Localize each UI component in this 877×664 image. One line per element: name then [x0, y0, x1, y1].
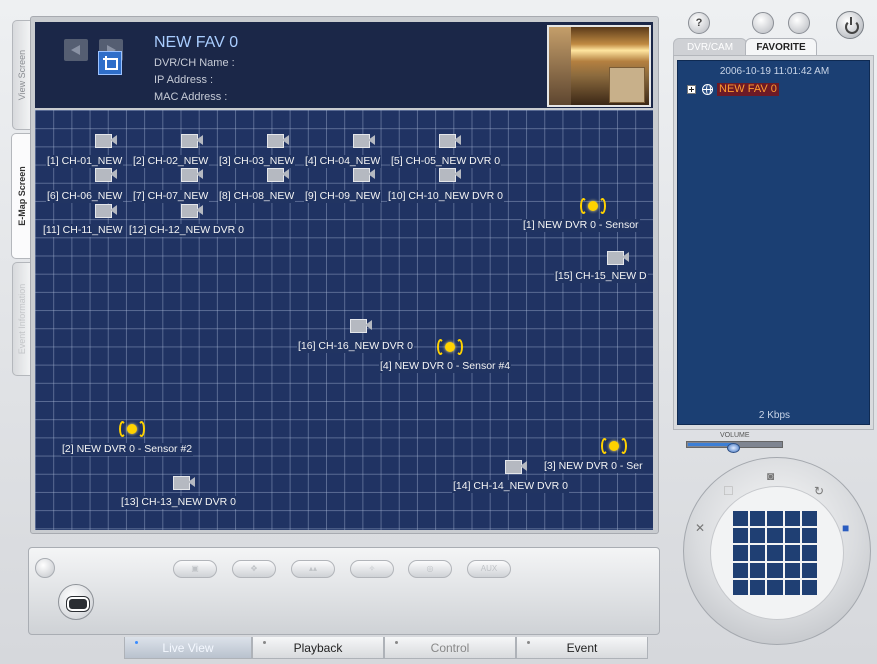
tab-event-label: Event	[566, 641, 598, 655]
tab-indicator-dot	[527, 641, 530, 644]
camera-label[interactable]: [9] CH-09_NEW	[304, 190, 382, 203]
dvr-ch-name-label: DVR/CH Name :	[154, 57, 235, 69]
camera-label[interactable]: [10] CH-10_NEW DVR 0	[387, 190, 504, 203]
tree-node-favorite[interactable]: NEW FAV 0	[687, 82, 779, 96]
tab-playback-label: Playback	[293, 641, 343, 655]
tab-indicator-dot	[135, 641, 138, 644]
sensor-label[interactable]: [1] NEW DVR 0 - Sensor	[522, 219, 640, 232]
minimize-icon[interactable]	[788, 12, 810, 34]
camera-label[interactable]: [15] CH-15_NEW D	[554, 270, 648, 283]
sensor-alarm-icon[interactable]	[580, 196, 606, 216]
tab-indicator-dot	[263, 641, 266, 644]
lock-icon[interactable]: ■	[842, 521, 849, 535]
camera-icon[interactable]	[353, 133, 375, 148]
tab-favorite[interactable]: FAVORITE	[745, 38, 817, 56]
camera-icon[interactable]	[439, 133, 461, 148]
bitrate-readout: 2 Kbps	[758, 410, 791, 421]
camera-icon[interactable]	[181, 133, 203, 148]
camera-label[interactable]: [12] CH-12_NEW DVR 0	[128, 224, 245, 237]
back-arrow-icon[interactable]	[64, 39, 88, 61]
sensor-label[interactable]: [2] NEW DVR 0 - Sensor #2	[61, 443, 194, 456]
camera-icon[interactable]	[439, 167, 461, 182]
tab-event[interactable]: Event	[516, 637, 648, 659]
mac-address-label: MAC Address :	[154, 91, 228, 103]
emap-canvas[interactable]: [1] CH-01_NEW [2] CH-02_NEW [3] CH-03_NE…	[35, 110, 653, 530]
tab-view-screen[interactable]: View Screen	[12, 20, 30, 130]
user-icon[interactable]	[35, 558, 55, 578]
sensor-label[interactable]: [3] NEW DVR 0 - Ser	[543, 460, 644, 473]
sensor-alarm-icon[interactable]	[119, 419, 145, 439]
favorite-tree[interactable]: 2006-10-19 11:01:42 AM NEW FAV 0 2 Kbps	[677, 60, 870, 425]
camera-label[interactable]: [14] CH-14_NEW DVR 0	[452, 480, 569, 493]
tab-e-map-screen[interactable]: E-Map Screen	[11, 133, 31, 259]
zoom-button[interactable]: ▣	[173, 560, 217, 578]
volume-fill	[688, 443, 733, 446]
favorite-title: NEW FAV 0	[154, 34, 239, 51]
tab-live-view-label: Live View	[162, 641, 214, 655]
tab-event-information-label: Event Information	[16, 283, 27, 355]
volume-label: VOLUME	[720, 432, 750, 439]
camera-label[interactable]: [8] CH-08_NEW	[218, 190, 296, 203]
crop-icon[interactable]	[98, 51, 122, 75]
camera-icon[interactable]	[607, 250, 629, 265]
camera-label[interactable]: [11] CH-11_NEW	[42, 224, 124, 237]
rotate-icon[interactable]: ↻	[814, 484, 824, 498]
camera-icon[interactable]	[181, 167, 203, 182]
camera-icon[interactable]	[350, 318, 372, 333]
expand-plus-icon[interactable]	[687, 84, 696, 94]
iris-button[interactable]: ◎	[408, 560, 452, 578]
sensor-alarm-icon[interactable]	[437, 337, 463, 357]
camera-label[interactable]: [13] CH-13_NEW DVR 0	[120, 496, 237, 509]
tab-event-information[interactable]: Event Information	[12, 262, 30, 376]
tree-timestamp: 2006-10-19 11:01:42 AM	[719, 66, 830, 77]
tab-playback[interactable]: Playback	[252, 637, 384, 659]
volume-knob[interactable]	[727, 443, 740, 453]
focus-button[interactable]: ▴▴	[291, 560, 335, 578]
help-icon[interactable]: ?	[688, 12, 710, 34]
tab-e-map-screen-label: E-Map Screen	[16, 166, 27, 226]
sensor-label[interactable]: [4] NEW DVR 0 - Sensor #4	[379, 360, 512, 373]
camera-label[interactable]: [6] CH-06_NEW	[46, 190, 124, 203]
camera-icon[interactable]	[267, 167, 289, 182]
tools-icon[interactable]: ✕	[695, 521, 705, 535]
sensor-alarm-icon[interactable]	[601, 436, 627, 456]
tab-indicator-dot	[395, 641, 398, 644]
ptz-toggle-button[interactable]	[58, 584, 94, 620]
camera-icon[interactable]	[353, 167, 375, 182]
aux-button[interactable]: AUX	[467, 560, 511, 578]
layout-grid-16[interactable]	[733, 511, 817, 595]
app-window: View Screen E-Map Screen Event Informati…	[0, 0, 877, 664]
camera-icon[interactable]	[267, 133, 289, 148]
camera-label[interactable]: [7] CH-07_NEW	[132, 190, 210, 203]
camera-icon[interactable]	[95, 203, 117, 218]
network-icon[interactable]	[752, 12, 774, 34]
control-bar	[28, 547, 660, 635]
camera-icon[interactable]	[505, 459, 527, 474]
preset-button[interactable]: ✧	[350, 560, 394, 578]
tab-control-label: Control	[430, 641, 470, 655]
camera-label[interactable]: [16] CH-16_NEW DVR 0	[297, 340, 414, 353]
tab-dvr-cam[interactable]: DVR/CAM	[673, 38, 747, 56]
tree-node-label[interactable]: NEW FAV 0	[717, 82, 779, 96]
tab-control[interactable]: Control	[384, 637, 516, 659]
power-icon[interactable]	[836, 11, 864, 39]
camera-snapshot-icon[interactable]: ◙	[767, 469, 774, 483]
camera-icon[interactable]	[181, 203, 203, 218]
pan-tilt-button[interactable]: ✥	[232, 560, 276, 578]
camera-icon[interactable]	[173, 475, 195, 490]
tab-live-view[interactable]: Live View	[124, 637, 252, 659]
globe-icon	[702, 83, 713, 95]
camera-icon[interactable]	[95, 167, 117, 182]
camera-preview-thumbnail[interactable]	[547, 25, 651, 107]
camera-icon[interactable]	[95, 133, 117, 148]
lock-dim-icon[interactable]: ☐	[723, 484, 734, 498]
tab-view-screen-label: View Screen	[16, 49, 27, 101]
ip-address-label: IP Address :	[154, 74, 214, 86]
